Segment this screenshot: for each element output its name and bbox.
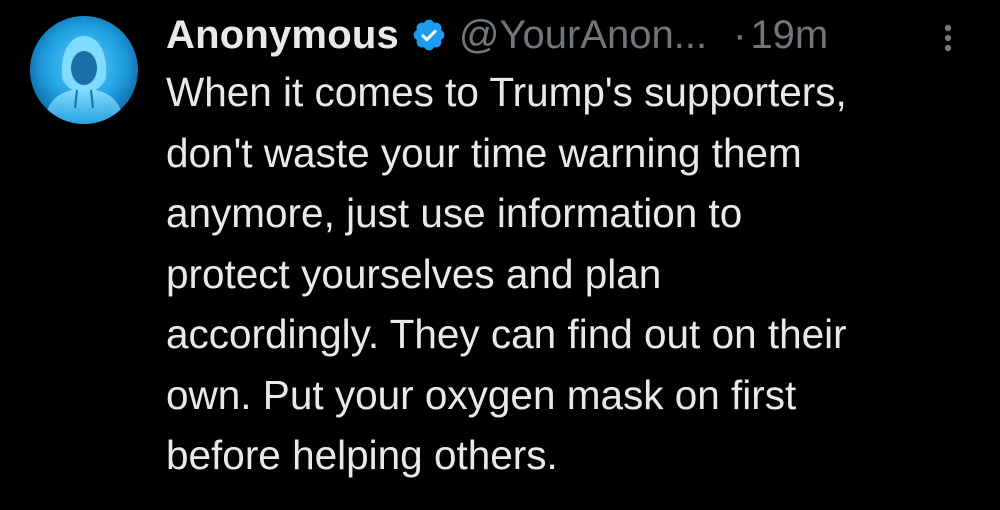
- author-display-name[interactable]: Anonymous: [166, 13, 399, 58]
- verified-badge-icon: [411, 17, 447, 53]
- tweet[interactable]: Anonymous @YourAnon... · 19m When it com…: [0, 0, 1000, 510]
- avatar[interactable]: [30, 16, 138, 124]
- author-handle[interactable]: @YourAnon...: [459, 13, 707, 58]
- hooded-figure-avatar-icon: [30, 16, 138, 124]
- separator-dot: ·: [733, 12, 747, 57]
- timestamp[interactable]: 19m: [750, 13, 828, 58]
- tweet-text: When it comes to Trump's supporters, don…: [166, 69, 847, 478]
- tweet-header: Anonymous @YourAnon... · 19m: [166, 6, 828, 64]
- more-options-icon[interactable]: [930, 18, 966, 58]
